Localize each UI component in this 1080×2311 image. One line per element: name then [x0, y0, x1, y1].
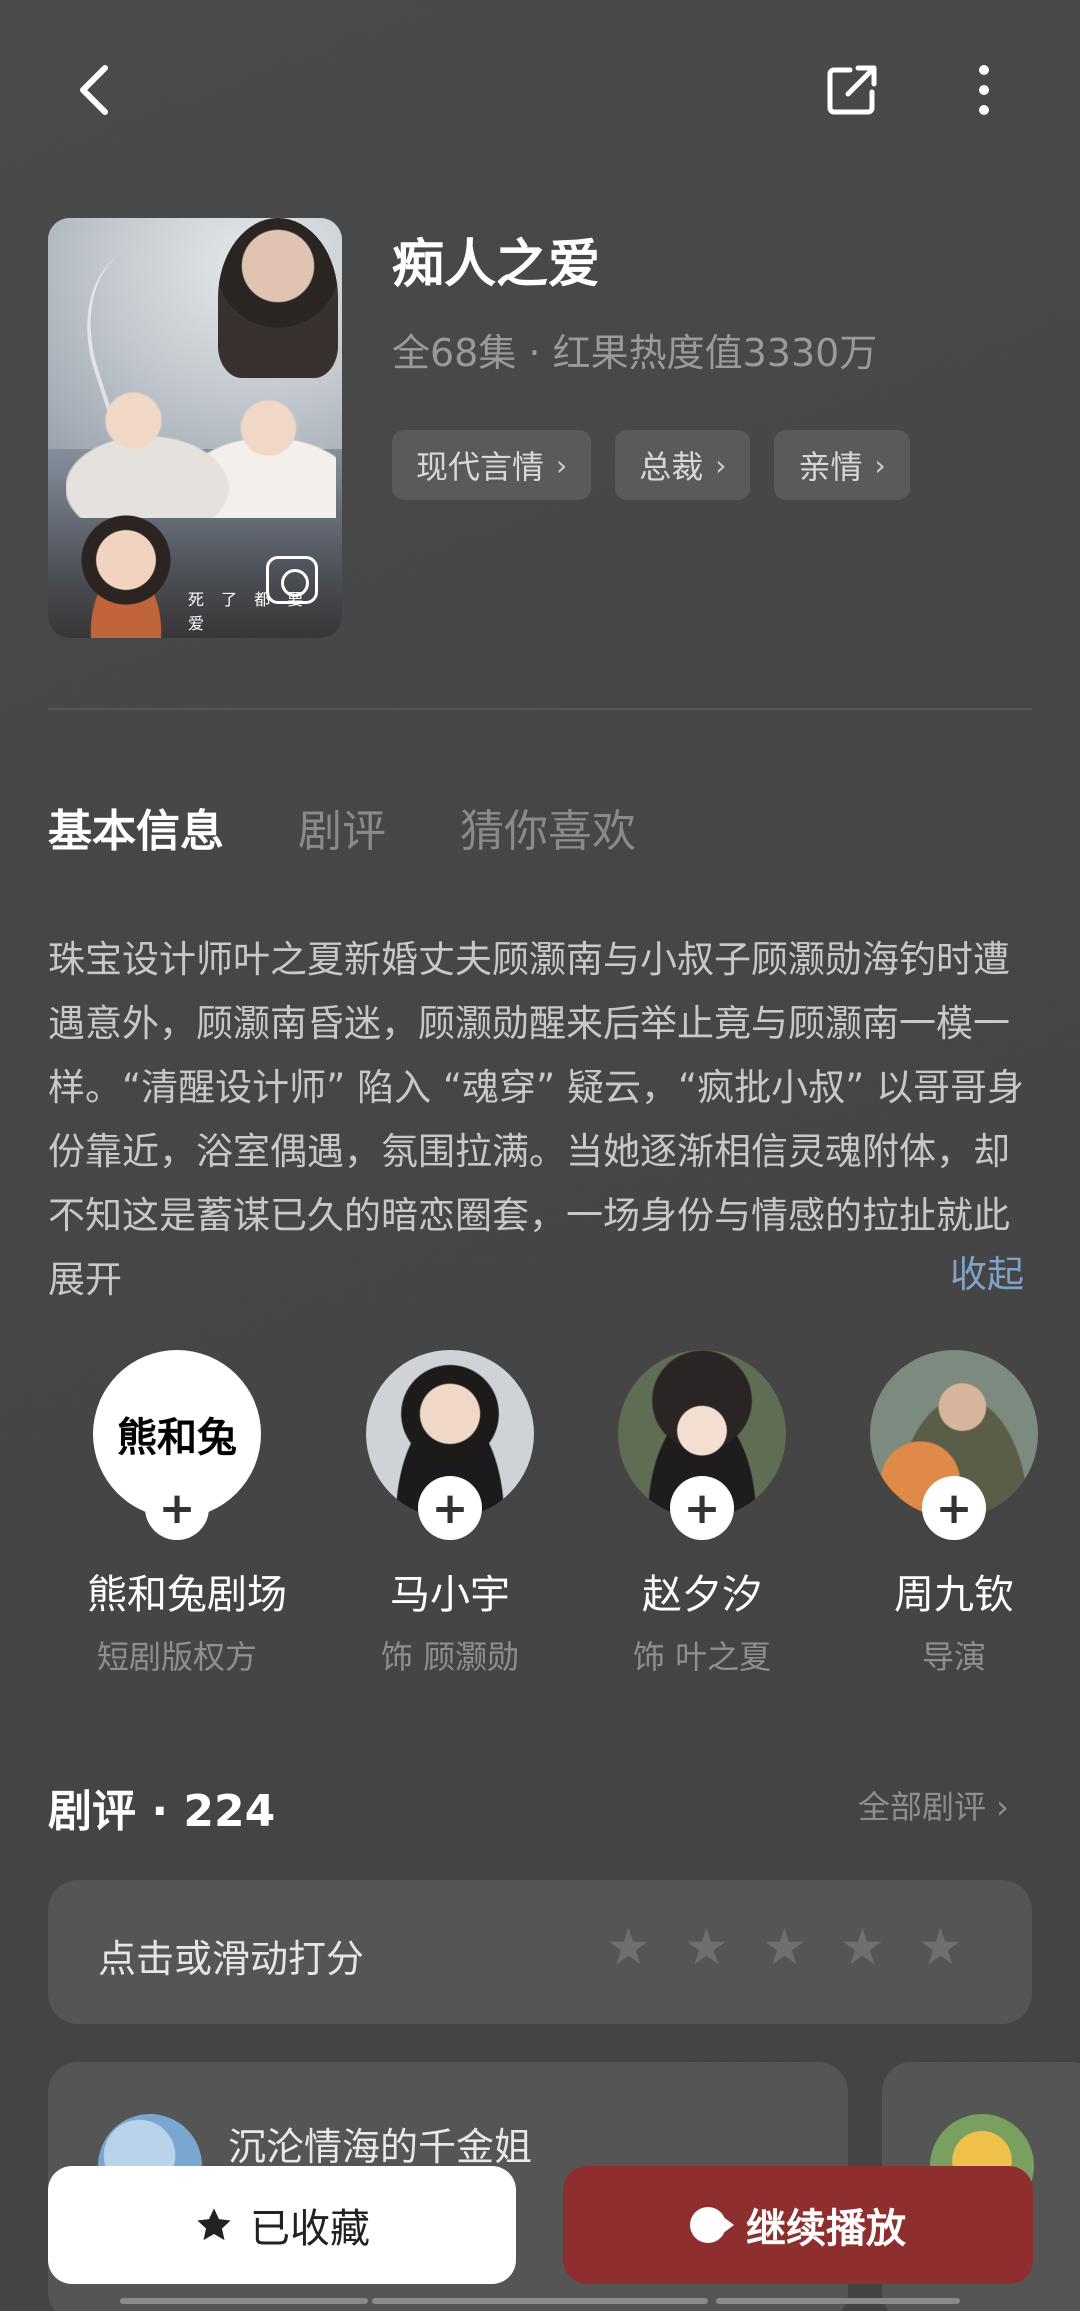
tab-basic-info[interactable]: 基本信息 — [48, 795, 224, 859]
tab-reviews[interactable]: 剧评 — [298, 795, 386, 859]
star-icon — [197, 2208, 231, 2241]
cast-name: 赵夕汐 — [642, 1572, 762, 1618]
tag-label: 亲情 — [798, 448, 863, 486]
play-label: 继续播放 — [746, 2206, 906, 2252]
cast-name: 周九钦 — [894, 1572, 1014, 1618]
star-icon[interactable]: ★ — [684, 1922, 734, 1972]
cast-item[interactable]: + 赵夕汐 饰 叶之夏 — [612, 1350, 792, 1678]
share-button[interactable] — [812, 50, 892, 130]
tab-bar: 基本信息 剧评 猜你喜欢 — [48, 795, 636, 859]
cast-role: 饰 顾灏勋 — [380, 1638, 520, 1676]
drama-poster[interactable]: 死 了 都 要 爱 — [48, 218, 342, 638]
cast-item[interactable]: + 周九钦 导演 — [864, 1350, 1044, 1678]
divider — [48, 708, 1032, 710]
cast-item[interactable]: + 马小宇 饰 顾灏勋 — [360, 1350, 540, 1678]
tag-chip[interactable]: 亲情 › — [774, 430, 910, 500]
chevron-right-icon: › — [874, 448, 886, 482]
progress-indicator — [372, 2298, 708, 2304]
follow-plus-icon[interactable]: + — [670, 1476, 734, 1540]
cast-name: 熊和兔剧场 — [87, 1572, 287, 1618]
drama-meta: 全68集 · 红果热度值3330万 — [392, 331, 878, 375]
cast-role: 导演 — [921, 1638, 986, 1676]
all-reviews-link[interactable]: 全部剧评 › — [858, 1782, 1009, 1828]
reviewer-name: 沉沦情海的千金姐 — [228, 2125, 533, 2169]
poster-figure — [56, 508, 196, 638]
tag-chip[interactable]: 总裁 › — [615, 430, 751, 500]
cast-name: 马小宇 — [390, 1572, 510, 1618]
poster-figure — [66, 368, 336, 518]
rating-prompt: 点击或滑动打分 — [98, 1937, 365, 1981]
star-icon[interactable]: ★ — [840, 1922, 890, 1972]
star-icon[interactable]: ★ — [918, 1922, 968, 1972]
chevron-left-icon — [80, 65, 108, 115]
more-vertical-icon — [979, 65, 989, 115]
tag-list: 现代言情 › 总裁 › 亲情 › — [392, 430, 910, 500]
chevron-right-icon: › — [715, 448, 727, 482]
progress-indicator — [716, 2298, 960, 2304]
tag-chip[interactable]: 现代言情 › — [392, 430, 592, 500]
tab-recommendations[interactable]: 猜你喜欢 — [460, 795, 636, 859]
follow-plus-icon[interactable]: + — [145, 1476, 209, 1540]
cast-role: 短剧版权方 — [96, 1638, 257, 1676]
poster-badge-icon — [266, 556, 318, 604]
favorite-button[interactable]: 已收藏 — [48, 2166, 516, 2284]
collapse-button[interactable]: 收起 — [950, 1244, 1024, 1298]
chevron-right-icon: › — [556, 448, 568, 482]
back-button[interactable] — [55, 50, 135, 130]
cast-item[interactable]: 熊和兔 + 熊和兔剧场 短剧版权方 — [87, 1350, 287, 1678]
drama-title: 痴人之爱 — [392, 235, 601, 295]
star-icon[interactable]: ★ — [606, 1922, 656, 1972]
tag-label: 现代言情 — [416, 448, 545, 486]
poster-subtitle: 死 了 都 要 爱 — [188, 590, 310, 633]
follow-plus-icon[interactable]: + — [922, 1476, 986, 1540]
share-icon — [827, 65, 877, 115]
progress-indicator — [120, 2298, 368, 2304]
studio-logo: 熊和兔 — [117, 1414, 237, 1461]
star-icon[interactable]: ★ — [762, 1922, 812, 1972]
synopsis-text: 珠宝设计师叶之夏新婚丈夫顾灏南与小叔子顾灏勋海钓时遭遇意外，顾灏南昏迷，顾灏勋醒… — [48, 938, 1025, 1301]
favorite-label: 已收藏 — [250, 2206, 370, 2252]
tag-label: 总裁 — [639, 448, 704, 486]
reviews-heading: 剧评 · 224 — [48, 1786, 276, 1837]
cast-role: 饰 叶之夏 — [632, 1638, 772, 1676]
rating-stars[interactable]: ★ ★ ★ ★ ★ — [606, 1922, 968, 1972]
play-icon — [690, 2207, 734, 2243]
continue-play-button[interactable]: 继续播放 — [563, 2166, 1033, 2284]
poster-figure — [218, 218, 338, 378]
follow-plus-icon[interactable]: + — [418, 1476, 482, 1540]
more-button[interactable] — [944, 50, 1024, 130]
